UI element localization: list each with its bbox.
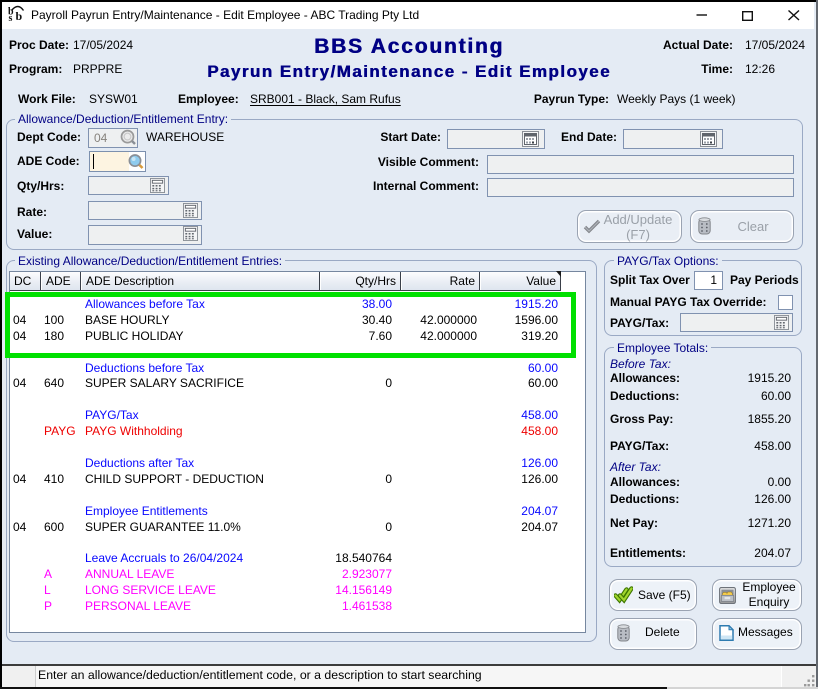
svg-text:b: b — [16, 9, 23, 21]
svg-text:s: s — [9, 13, 13, 21]
